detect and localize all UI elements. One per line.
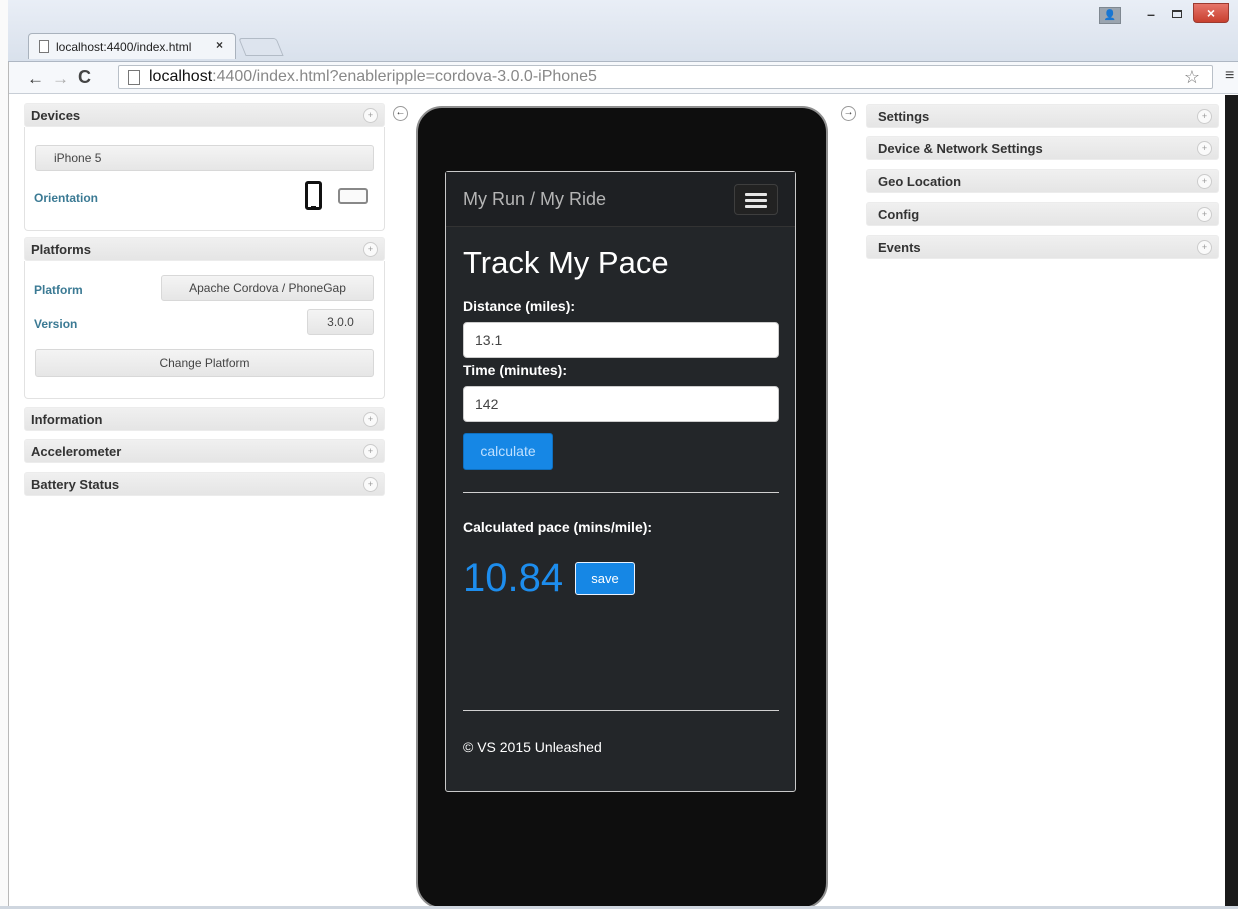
app-navbar: My Run / My Ride <box>446 172 795 227</box>
panel-title: Information <box>31 412 103 427</box>
expand-icon[interactable]: + <box>363 444 378 459</box>
expand-icon[interactable]: + <box>1197 109 1212 124</box>
page-icon <box>128 70 140 85</box>
expand-icon[interactable]: + <box>1197 141 1212 156</box>
url-rest: :4400/index.html?enableripple=cordova-3.… <box>212 68 597 85</box>
panel-title: Settings <box>878 109 930 124</box>
forward-arrow-icon[interactable]: → <box>52 69 69 89</box>
app-screen: My Run / My Ride Track My Pace Distance … <box>445 171 796 792</box>
panel-title: Accelerometer <box>31 444 122 459</box>
expand-icon[interactable]: + <box>363 412 378 427</box>
panel-title: Device & Network Settings <box>878 141 1043 156</box>
devices-panel-body: iPhone 5 Orientation <box>24 127 385 231</box>
device-network-settings-panel-header[interactable]: Device & Network Settings + <box>866 136 1219 160</box>
panel-title: Platforms <box>31 242 91 257</box>
pace-value: 10.84 <box>463 556 564 600</box>
devices-panel-header[interactable]: Devices + <box>24 103 385 127</box>
user-icon[interactable]: 👤 <box>1099 7 1121 24</box>
landscape-orientation-icon[interactable] <box>338 188 368 204</box>
maximize-icon <box>1172 10 1182 18</box>
page-title: Track My Pace <box>463 245 669 280</box>
maximize-button[interactable] <box>1166 6 1188 24</box>
expand-icon[interactable]: + <box>363 242 378 257</box>
expand-icon[interactable]: + <box>363 108 378 123</box>
close-window-button[interactable]: × <box>1193 3 1229 23</box>
menu-toggle-button[interactable] <box>734 184 778 215</box>
platform-label: Platform <box>34 283 83 297</box>
information-panel-header[interactable]: Information + <box>24 407 385 431</box>
bookmark-star-icon[interactable]: ☆ <box>1184 67 1200 88</box>
back-arrow-icon[interactable]: ← <box>27 69 44 89</box>
panel-title: Config <box>878 207 920 222</box>
reload-icon[interactable]: C <box>78 67 91 88</box>
expand-icon[interactable]: + <box>1197 240 1212 255</box>
panel-title: Devices <box>31 108 81 123</box>
device-select[interactable]: iPhone 5 <box>35 145 374 171</box>
chrome-menu-icon[interactable]: ≡ <box>1225 67 1234 85</box>
divider <box>463 492 779 493</box>
panel-title: Geo Location <box>878 174 962 189</box>
events-panel-header[interactable]: Events + <box>866 235 1219 259</box>
version-select[interactable]: 3.0.0 <box>307 309 374 335</box>
url-host: localhost <box>149 68 213 85</box>
browser-toolbar: ← → C localhost:4400/index.html?enableri… <box>9 62 1238 94</box>
address-bar[interactable]: localhost:4400/index.html?enableripple=c… <box>118 65 1213 89</box>
platforms-panel-header[interactable]: Platforms + <box>24 237 385 261</box>
time-input[interactable]: 142 <box>463 386 779 422</box>
accelerometer-panel-header[interactable]: Accelerometer + <box>24 439 385 463</box>
platforms-panel-body: Platform Apache Cordova / PhoneGap Versi… <box>24 261 385 399</box>
portrait-orientation-icon[interactable] <box>305 181 322 210</box>
version-label: Version <box>34 317 78 331</box>
config-panel-header[interactable]: Config + <box>866 202 1219 226</box>
minimize-button[interactable]: – <box>1140 6 1162 24</box>
panel-title: Battery Status <box>31 477 120 492</box>
time-label: Time (minutes): <box>463 362 567 378</box>
platform-select[interactable]: Apache Cordova / PhoneGap <box>161 275 374 301</box>
expand-icon[interactable]: + <box>1197 207 1212 222</box>
page-icon <box>39 40 49 53</box>
tab-title: localhost:4400/index.html <box>56 40 192 54</box>
distance-input[interactable]: 13.1 <box>463 322 779 358</box>
expand-icon[interactable]: + <box>1197 174 1212 189</box>
calculate-button[interactable]: calculate <box>463 433 553 470</box>
app-brand[interactable]: My Run / My Ride <box>463 189 606 210</box>
battery-status-panel-header[interactable]: Battery Status + <box>24 472 385 496</box>
change-platform-button[interactable]: Change Platform <box>35 349 374 377</box>
footer-copyright: © VS 2015 Unleashed <box>463 739 602 755</box>
new-tab-button[interactable] <box>238 38 284 56</box>
expand-icon[interactable]: + <box>363 477 378 492</box>
settings-panel-header[interactable]: Settings + <box>866 104 1219 128</box>
hamburger-icon <box>745 193 767 196</box>
browser-tab[interactable]: localhost:4400/index.html × <box>28 33 236 59</box>
collapse-right-icon[interactable]: → <box>841 106 856 121</box>
tab-close-icon[interactable]: × <box>216 38 223 52</box>
distance-label: Distance (miles): <box>463 298 576 314</box>
panel-title: Events <box>878 240 921 255</box>
url-text[interactable]: localhost:4400/index.html?enableripple=c… <box>149 68 597 86</box>
save-button[interactable]: save <box>575 562 635 595</box>
window-frame <box>0 0 9 909</box>
pace-label: Calculated pace (mins/mile): <box>463 519 653 535</box>
window-edge <box>1225 95 1238 909</box>
divider <box>463 710 779 711</box>
orientation-label: Orientation <box>34 191 99 205</box>
collapse-left-icon[interactable]: ← <box>393 106 408 121</box>
geo-location-panel-header[interactable]: Geo Location + <box>866 169 1219 193</box>
